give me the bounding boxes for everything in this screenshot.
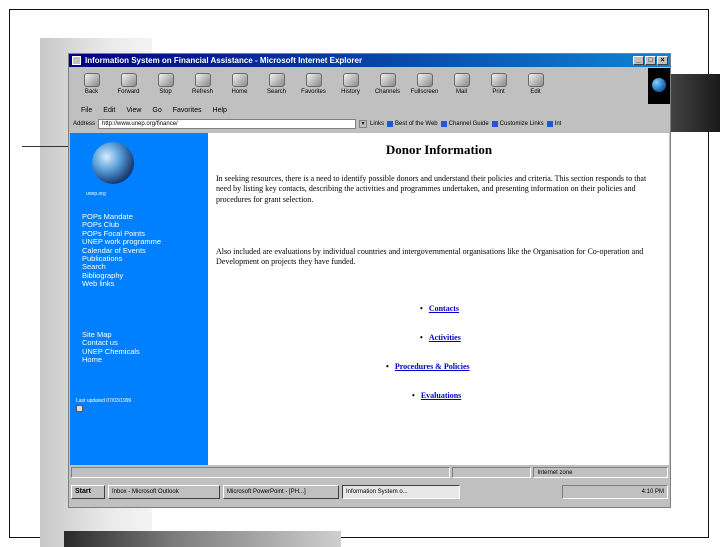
intro-paragraph: In seeking resources, there is a need to… bbox=[216, 174, 647, 204]
evaluation-paragraph: Also included are evaluations by individ… bbox=[216, 247, 644, 267]
bullet-procedures-policies[interactable]: • Procedures & Policies bbox=[386, 362, 470, 371]
link-int[interactable]: Int bbox=[546, 121, 561, 127]
print-icon bbox=[490, 73, 507, 87]
system-tray-clock: 4:10 PM bbox=[562, 485, 668, 499]
ie-throbber-logo bbox=[648, 68, 670, 104]
page-icon[interactable] bbox=[76, 405, 83, 412]
bullet-contacts[interactable]: • Contacts bbox=[420, 304, 459, 313]
menu-go[interactable]: Go bbox=[152, 105, 161, 116]
search-button[interactable]: Search bbox=[258, 68, 295, 105]
forward-icon bbox=[120, 73, 137, 87]
links-label: Links bbox=[370, 121, 385, 127]
address-label: Address bbox=[73, 121, 96, 127]
globe-icon bbox=[652, 78, 666, 92]
fullscreen-button[interactable]: Fullscreen bbox=[406, 68, 443, 105]
zone-indicator: Internet zone bbox=[533, 467, 668, 478]
link-icon bbox=[387, 121, 394, 127]
sidebar-nav-main: POPs Mandate POPs Club POPs Focal Points… bbox=[82, 212, 161, 289]
sidebar-item-web-links[interactable]: Web links bbox=[82, 279, 161, 288]
edit-icon bbox=[527, 73, 544, 87]
mail-icon bbox=[453, 73, 470, 87]
stop-button[interactable]: Stop bbox=[147, 68, 184, 105]
page-content: unep.org POPs Mandate POPs Club POPs Foc… bbox=[70, 133, 669, 465]
taskbar: Start Inbox - Microsoft Outlook Microsof… bbox=[69, 482, 670, 502]
toolbar: Back Forward Stop Refresh Home Search Fa… bbox=[69, 68, 655, 105]
taskbar-item-ie[interactable]: Information System o... bbox=[342, 485, 460, 499]
title-bar: Information System on Financial Assistan… bbox=[69, 54, 670, 67]
minimize-button[interactable]: _ bbox=[633, 56, 644, 65]
menu-view[interactable]: View bbox=[126, 105, 141, 116]
close-button[interactable]: × bbox=[657, 56, 668, 65]
sidebar-nav-secondary: Site Map Contact us UNEP Chemicals Home bbox=[82, 330, 140, 365]
address-bar: Address http://www.unep.org/finance/ ▾ L… bbox=[69, 117, 670, 131]
mail-button[interactable]: Mail bbox=[443, 68, 480, 105]
favorites-button[interactable]: Favorites bbox=[295, 68, 332, 105]
link-icon bbox=[440, 121, 447, 127]
link-icon bbox=[546, 121, 553, 127]
back-icon bbox=[83, 73, 100, 87]
start-button[interactable]: Start bbox=[71, 485, 105, 499]
menu-bar: File Edit View Go Favorites Help bbox=[69, 105, 670, 116]
edit-button[interactable]: Edit bbox=[517, 68, 554, 105]
home-button[interactable]: Home bbox=[221, 68, 258, 105]
channels-icon bbox=[379, 73, 396, 87]
link-best-of-web[interactable]: Best of the Web bbox=[387, 121, 438, 127]
window-controls: _ □ × bbox=[633, 56, 668, 65]
status-text bbox=[71, 467, 450, 478]
search-icon bbox=[268, 73, 285, 87]
taskbar-item-powerpoint[interactable]: Microsoft PowerPoint - [PH...] bbox=[223, 485, 339, 499]
history-button[interactable]: History bbox=[332, 68, 369, 105]
home-icon bbox=[231, 73, 248, 87]
browser-window: Information System on Financial Assistan… bbox=[68, 53, 671, 508]
ie-title-icon bbox=[72, 56, 81, 65]
bullet-activities[interactable]: • Activities bbox=[420, 333, 461, 342]
back-button[interactable]: Back bbox=[73, 68, 110, 105]
globe-logo-icon[interactable] bbox=[92, 142, 134, 184]
link-channel-guide[interactable]: Channel Guide bbox=[440, 121, 489, 127]
status-bar: Internet zone bbox=[69, 467, 670, 479]
refresh-button[interactable]: Refresh bbox=[184, 68, 221, 105]
sidebar: unep.org POPs Mandate POPs Club POPs Foc… bbox=[70, 133, 208, 465]
link-customize-links[interactable]: Customize Links bbox=[491, 121, 544, 127]
print-button[interactable]: Print bbox=[480, 68, 517, 105]
menu-favorites[interactable]: Favorites bbox=[173, 105, 202, 116]
page-title: Donor Information bbox=[385, 142, 493, 157]
taskbar-item-outlook[interactable]: Inbox - Microsoft Outlook bbox=[108, 485, 220, 499]
favorites-icon bbox=[305, 73, 322, 87]
bottom-gradient-bar bbox=[64, 531, 341, 547]
channels-button[interactable]: Channels bbox=[369, 68, 406, 105]
menu-edit[interactable]: Edit bbox=[103, 105, 115, 116]
forward-button[interactable]: Forward bbox=[110, 68, 147, 105]
last-updated: Last updated 07/03/1999 bbox=[76, 398, 132, 404]
fullscreen-icon bbox=[416, 73, 433, 87]
maximize-button[interactable]: □ bbox=[645, 56, 656, 65]
address-input[interactable]: http://www.unep.org/finance/ bbox=[98, 119, 357, 129]
address-dropdown-button[interactable]: ▾ bbox=[359, 120, 368, 128]
status-cell bbox=[451, 467, 532, 478]
window-title: Information System on Financial Assistan… bbox=[85, 56, 363, 65]
menu-file[interactable]: File bbox=[81, 105, 92, 116]
sidebar-item-home[interactable]: Home bbox=[82, 355, 140, 364]
stop-icon bbox=[157, 73, 174, 87]
link-icon bbox=[491, 121, 498, 127]
refresh-icon bbox=[194, 73, 211, 87]
bullet-evaluations[interactable]: • Evaluations bbox=[412, 391, 461, 400]
history-icon bbox=[342, 73, 359, 87]
menu-help[interactable]: Help bbox=[213, 105, 227, 116]
main-content: Donor Information In seeking resources, … bbox=[214, 133, 666, 465]
globe-caption: unep.org bbox=[86, 191, 106, 197]
